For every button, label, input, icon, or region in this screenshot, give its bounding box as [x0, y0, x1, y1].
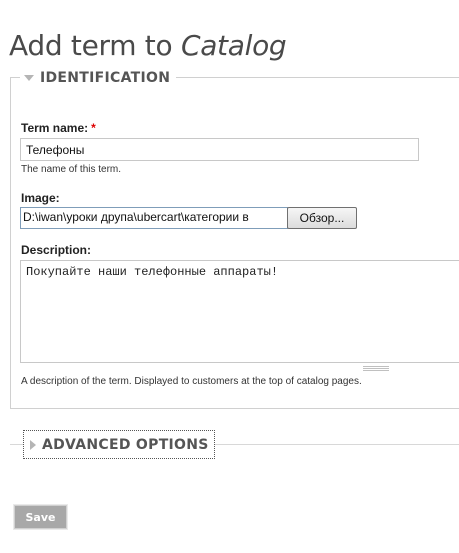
expand-triangle-icon	[30, 439, 36, 450]
description-label: Description:	[21, 243, 92, 257]
page-title: Add term to Catalog	[9, 28, 287, 62]
collapse-triangle-icon	[24, 75, 34, 81]
page-title-vocabulary: Catalog	[180, 28, 287, 62]
term-name-input[interactable]	[20, 138, 419, 161]
identification-legend[interactable]: IDENTIFICATION	[20, 67, 177, 89]
advanced-options-label: ADVANCED OPTIONS	[42, 436, 209, 453]
textarea-resize-grippie[interactable]	[363, 366, 389, 371]
image-file-path-field[interactable]: D:\iwan\уроки друпа\ubercart\категории в	[20, 207, 288, 229]
term-name-hint: The name of this term.	[21, 164, 122, 175]
image-label: Image:	[21, 191, 60, 205]
description-textarea[interactable]: Покупайте наши телефонные аппараты!	[20, 260, 459, 363]
save-button[interactable]: Save	[13, 504, 68, 530]
required-mark: *	[91, 121, 96, 135]
identification-legend-label: IDENTIFICATION	[40, 70, 171, 86]
advanced-options-toggle[interactable]: ADVANCED OPTIONS	[23, 430, 215, 459]
term-name-label: Term name: *	[21, 121, 96, 135]
page-title-prefix: Add term to	[9, 28, 173, 62]
description-hint: A description of the term. Displayed to …	[21, 376, 362, 387]
browse-button[interactable]: Обзор...	[287, 207, 357, 229]
